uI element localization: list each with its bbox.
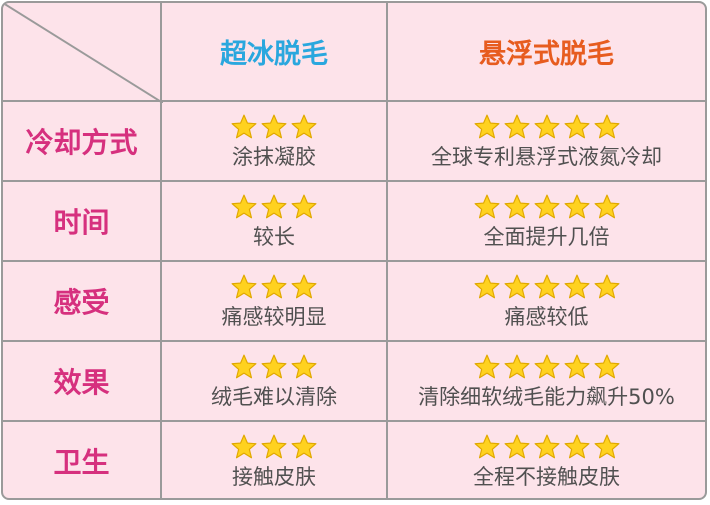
row-label-cell: 冷却方式 (3, 102, 160, 180)
star-icon (533, 433, 561, 461)
row-label-cell: 卫生 (3, 422, 160, 498)
rating-description: 痛感较明显 (221, 305, 327, 329)
rating-description: 全程不接触皮肤 (473, 465, 620, 489)
rating-cell-col2: 全程不接触皮肤 (388, 422, 705, 498)
star-icon (473, 353, 501, 381)
rating-description: 较长 (253, 225, 295, 249)
star-icon (260, 113, 288, 141)
star-icon (260, 273, 288, 301)
rating-cell-col1: 绒毛难以清除 (162, 342, 386, 420)
rating-cell-col1: 较长 (162, 182, 386, 260)
star-icon (503, 433, 531, 461)
row-label: 卫生 (53, 446, 110, 479)
row-label-cell: 效果 (3, 342, 160, 420)
star-icon (533, 273, 561, 301)
star-rating (230, 433, 318, 461)
star-icon (503, 113, 531, 141)
row-label: 冷却方式 (25, 126, 138, 159)
column-heading-suspension-hair-removal: 悬浮式脱毛 (479, 39, 614, 70)
star-rating (230, 113, 318, 141)
corner-diagonal (3, 3, 163, 103)
star-icon (230, 193, 258, 221)
star-icon (260, 433, 288, 461)
row-label-cell: 时间 (3, 182, 160, 260)
header-cell-col1: 超冰脱毛 (162, 3, 386, 100)
rating-description: 全球专利悬浮式液氮冷却 (431, 145, 662, 169)
star-icon (503, 193, 531, 221)
rating-description: 全面提升几倍 (483, 225, 610, 249)
star-icon (563, 113, 591, 141)
star-icon (473, 433, 501, 461)
star-icon (533, 113, 561, 141)
rating-cell-col1: 涂抹凝胶 (162, 102, 386, 180)
star-icon (473, 273, 501, 301)
star-rating (230, 273, 318, 301)
star-rating (473, 193, 621, 221)
star-icon (473, 193, 501, 221)
star-icon (563, 193, 591, 221)
comparison-table: 超冰脱毛 悬浮式脱毛 冷却方式涂抹凝胶 全球专利悬浮式液氮冷却时间较长 全面提升几倍… (1, 1, 707, 500)
star-icon (563, 433, 591, 461)
star-icon (503, 273, 531, 301)
rating-cell-col1: 接触皮肤 (162, 422, 386, 498)
rating-description: 接触皮肤 (232, 465, 316, 489)
star-icon (230, 273, 258, 301)
rating-cell-col2: 全球专利悬浮式液氮冷却 (388, 102, 705, 180)
row-label-cell: 感受 (3, 262, 160, 340)
star-icon (230, 433, 258, 461)
star-icon (593, 113, 621, 141)
star-icon (563, 353, 591, 381)
row-label: 效果 (53, 366, 110, 399)
star-icon (290, 273, 318, 301)
column-heading-ice-hair-removal: 超冰脱毛 (220, 39, 328, 70)
star-rating (473, 113, 621, 141)
row-label: 感受 (53, 286, 110, 319)
star-rating (473, 433, 621, 461)
star-icon (260, 193, 288, 221)
star-icon (290, 353, 318, 381)
rating-description: 清除细软绒毛能力飙升50% (418, 385, 675, 409)
rating-description: 绒毛难以清除 (211, 385, 337, 409)
star-icon (533, 353, 561, 381)
star-rating (230, 193, 318, 221)
star-icon (593, 193, 621, 221)
star-rating (473, 353, 621, 381)
rating-cell-col2: 痛感较低 (388, 262, 705, 340)
star-icon (230, 353, 258, 381)
star-icon (593, 273, 621, 301)
star-icon (290, 433, 318, 461)
star-icon (593, 353, 621, 381)
rating-description: 痛感较低 (504, 305, 589, 329)
rating-description: 涂抹凝胶 (232, 145, 316, 169)
star-icon (290, 193, 318, 221)
star-rating (230, 353, 318, 381)
rating-cell-col2: 清除细软绒毛能力飙升50% (388, 342, 705, 420)
rating-cell-col2: 全面提升几倍 (388, 182, 705, 260)
star-icon (533, 193, 561, 221)
star-icon (473, 113, 501, 141)
row-label: 时间 (53, 206, 110, 239)
star-icon (260, 353, 288, 381)
star-icon (230, 113, 258, 141)
star-rating (473, 273, 621, 301)
star-icon (290, 113, 318, 141)
rating-cell-col1: 痛感较明显 (162, 262, 386, 340)
star-icon (503, 353, 531, 381)
star-icon (563, 273, 591, 301)
star-icon (593, 433, 621, 461)
header-cell-col2: 悬浮式脱毛 (388, 3, 705, 100)
